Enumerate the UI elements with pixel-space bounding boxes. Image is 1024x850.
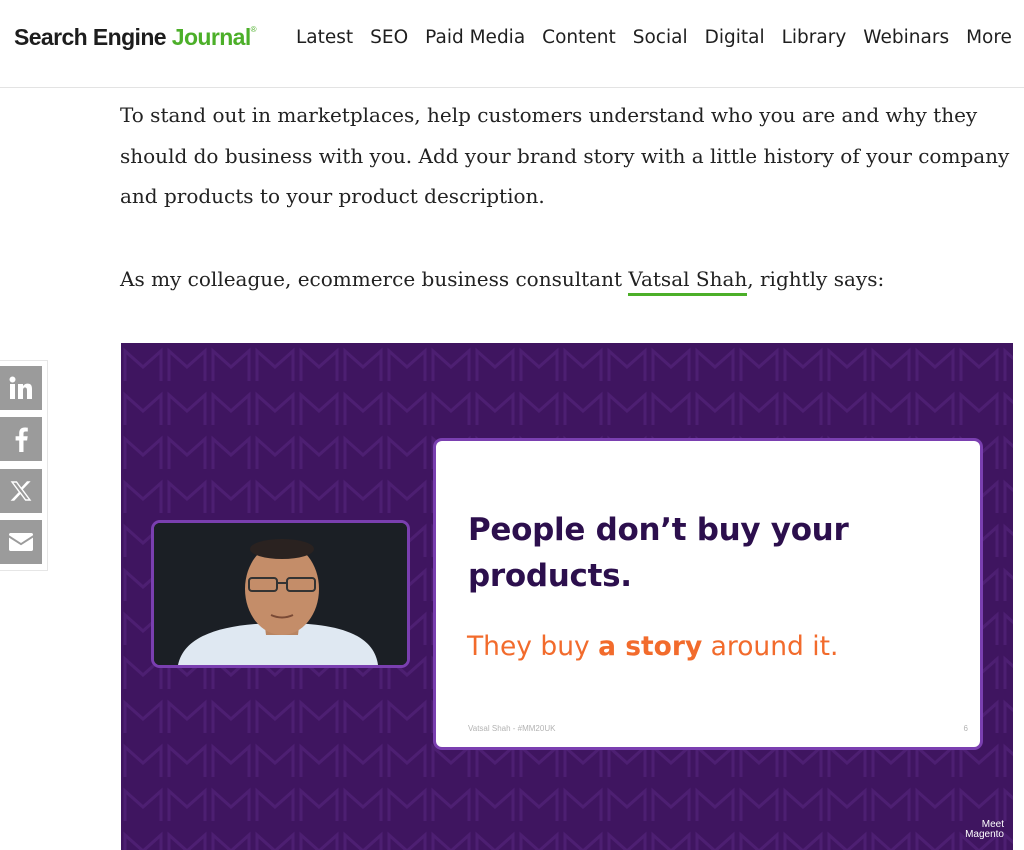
- nav-item-library[interactable]: Library: [782, 27, 847, 48]
- main-nav: Latest SEO Paid Media Content Social Dig…: [296, 27, 1012, 48]
- author-link-vatsal-shah[interactable]: Vatsal Shah: [628, 267, 748, 296]
- article-paragraph: To stand out in marketplaces, help custo…: [120, 103, 1010, 208]
- facebook-icon: [11, 426, 31, 452]
- nav-item-paid-media[interactable]: Paid Media: [425, 27, 525, 48]
- presenter-webcam: [154, 523, 407, 665]
- linkedin-icon: [8, 375, 34, 401]
- nav-item-seo[interactable]: SEO: [370, 27, 408, 48]
- paragraph-text: As my colleague, ecommerce business cons…: [120, 267, 629, 291]
- logo-registered-mark: ®: [250, 25, 257, 35]
- x-icon: [10, 480, 32, 502]
- presentation-slide: People don’t buy your products. They buy…: [436, 441, 980, 747]
- slide-heading: People don’t buy your products.: [468, 512, 849, 594]
- share-facebook-button[interactable]: [0, 417, 42, 461]
- nav-item-more[interactable]: More: [966, 27, 1012, 48]
- meet-magento-logo: Meet Magento: [965, 820, 1004, 840]
- slide-sub-text: They buy: [467, 631, 599, 662]
- nav-item-social[interactable]: Social: [633, 27, 688, 48]
- nav-item-webinars[interactable]: Webinars: [863, 27, 949, 48]
- slide-sub-bold: a story: [598, 631, 703, 662]
- presenter-figure: [154, 523, 407, 665]
- share-x-button[interactable]: [0, 469, 42, 513]
- slide-number: 6: [963, 724, 968, 733]
- slide-footer: Vatsal Shah - #MM20UK: [468, 724, 556, 733]
- share-linkedin-button[interactable]: [0, 366, 42, 410]
- nav-item-content[interactable]: Content: [542, 27, 616, 48]
- nav-item-latest[interactable]: Latest: [296, 27, 353, 48]
- site-logo[interactable]: Search Engine Journal®: [14, 24, 257, 51]
- share-sidebar: [0, 360, 48, 571]
- logo-text-search-engine: Search Engine: [14, 24, 167, 50]
- logo-text-journal: Journal: [171, 24, 251, 50]
- article-paragraph-quote-intro: As my colleague, ecommerce business cons…: [120, 259, 1020, 300]
- nav-item-digital[interactable]: Digital: [705, 27, 765, 48]
- paragraph-text-end: , rightly says:: [747, 267, 885, 291]
- brand-line-magento: Magento: [965, 829, 1004, 840]
- share-email-button[interactable]: [0, 520, 42, 564]
- site-header: Search Engine Journal® Latest SEO Paid M…: [0, 0, 1024, 88]
- video-embed[interactable]: People don’t buy your products. They buy…: [121, 343, 1013, 850]
- slide-subheading: They buy a story around it.: [467, 631, 967, 662]
- slide-sub-text-end: around it.: [702, 631, 839, 662]
- email-icon: [8, 532, 34, 552]
